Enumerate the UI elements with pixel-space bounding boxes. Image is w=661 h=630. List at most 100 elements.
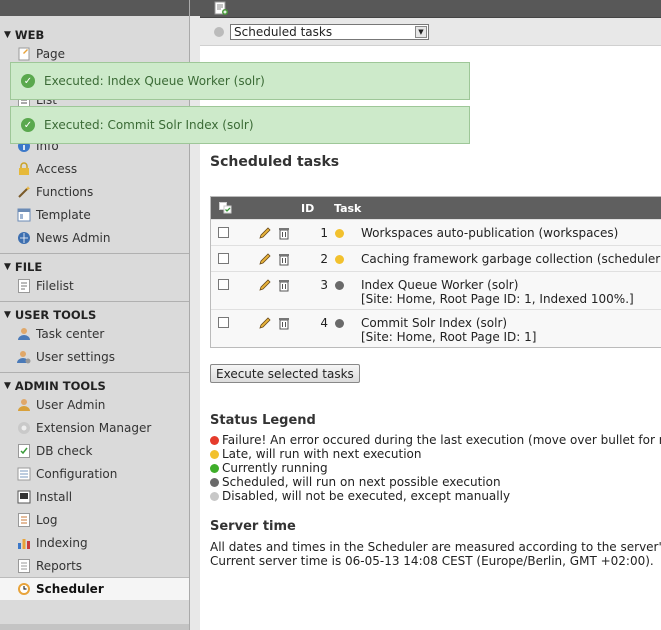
chart-icon [16,535,32,551]
task-id: 2 [320,252,328,266]
chevron-down-icon[interactable]: ▼ [415,25,427,38]
lock-icon [16,161,32,177]
task-id: 4 [320,316,328,330]
reports-icon [16,558,32,574]
sidebar-item-db-check[interactable]: DB check [0,439,189,462]
trash-icon[interactable] [277,278,291,295]
pencil-icon[interactable] [258,252,272,269]
collapse-triangle-icon[interactable]: ▼ [4,310,11,320]
sidebar-item-label: Scheduler [36,582,104,596]
sidebar-item-label: User Admin [36,397,106,412]
task-name: Caching framework garbage collection (sc… [361,252,661,266]
flash-message: ✓ Executed: Commit Solr Index (solr) [10,106,470,144]
install-icon [16,489,32,505]
help-icon[interactable] [214,26,224,37]
module-group-header[interactable]: ▼ WEB [0,28,189,42]
sidebar-item-label: DB check [36,443,93,458]
row-checkbox[interactable] [218,227,229,238]
server-time-title: Server time [210,519,296,534]
sidebar-item-label: Functions [36,184,94,199]
flash-message-text: Executed: Commit Solr Index (solr) [44,118,254,132]
toggle-all-icon[interactable] [219,202,232,217]
function-select[interactable]: Scheduled tasks ▼ [230,23,429,40]
task-detail: [Site: Home, Root Page ID: 1, Indexed 10… [361,292,634,306]
scheduler-icon [16,581,32,597]
trash-icon[interactable] [277,316,291,333]
row-checkbox[interactable] [218,317,229,328]
sidebar-item-filelist[interactable]: Filelist [0,274,189,297]
execute-selected-button[interactable]: Execute selected tasks [210,364,360,383]
page-icon [16,46,32,62]
module-group-title: FILE [14,260,43,274]
log-icon [16,512,32,528]
module-group-header[interactable]: ▼ ADMIN TOOLS [0,379,189,393]
check-icon: ✓ [21,74,35,88]
collapse-triangle-icon[interactable]: ▼ [4,30,11,40]
sidebar-item-access[interactable]: Access [0,157,189,180]
collapse-triangle-icon[interactable]: ▼ [4,262,11,272]
sidebar-item-functions[interactable]: Functions [0,180,189,203]
sidebar-item-log[interactable]: Log [0,508,189,531]
task-detail: [Site: Home, Root Page ID: 1] [361,330,537,344]
sidebar-item-label: Page [36,46,66,61]
sidebar-item-template[interactable]: Template [0,203,189,226]
sidebar-item-configuration[interactable]: Configuration [0,462,189,485]
status-bullet-icon [210,449,219,459]
sidebar-item-extension-manager[interactable]: Extension Manager [0,416,189,439]
sidebar-item-user-settings[interactable]: User settings [0,345,189,368]
sidebar-item-label: User settings [36,349,116,364]
sidebar-item-install[interactable]: Install [0,485,189,508]
sidebar-item-indexing[interactable]: Indexing [0,531,189,554]
status-bullet-icon [335,255,344,264]
sidebar-item-news-admin[interactable]: News Admin [0,226,189,249]
sidebar-header-bar [0,0,189,16]
legend-item-scheduled: Scheduled, will run on next possible exe… [210,475,501,489]
column-header-task[interactable]: Task [334,202,361,215]
sidebar-item-label: Configuration [36,466,118,481]
table-row: 3 Index Queue Worker (solr) [Site: Home, R… [211,271,661,309]
legend-text: Disabled, will not be executed, except m… [222,489,511,503]
module-group-header[interactable]: ▼ USER TOOLS [0,308,189,322]
server-time-line1: All dates and times in the Scheduler are… [210,540,661,554]
status-bullet-icon [210,477,219,487]
table-row: 1 Workspaces auto-publication (workspaces… [211,219,661,245]
user-icon [16,326,32,342]
sidebar-item-scheduler[interactable]: Scheduler [0,577,189,600]
sidebar-item-user-admin[interactable]: User Admin [0,393,189,416]
wand-icon [16,184,32,200]
task-name-cell: Index Queue Worker (solr) [Site: Home, Ro… [361,278,634,306]
sidebar-item-task-center[interactable]: Task center [0,322,189,345]
sidebar-footer [0,624,189,630]
new-task-icon[interactable] [214,1,228,18]
docheader-top [200,0,661,18]
sidebar-item-label: Install [36,489,73,504]
pencil-icon[interactable] [258,278,272,295]
row-checkbox[interactable] [218,253,229,264]
status-bullet-icon [210,491,219,501]
pencil-icon[interactable] [258,316,272,333]
check-icon: ✓ [21,118,35,132]
module-group-header[interactable]: ▼ FILE [0,260,189,274]
column-header-id[interactable]: ID [301,202,314,215]
trash-icon[interactable] [277,226,291,243]
module-group-title: ADMIN TOOLS [14,379,106,393]
trash-icon[interactable] [277,252,291,269]
task-name-cell: Caching framework garbage collection (sc… [361,252,661,266]
row-checkbox[interactable] [218,279,229,290]
legend-text: Failure! An error occured during the las… [222,433,661,447]
module-group-title: USER TOOLS [14,308,97,322]
table-row: 2 Caching framework garbage collection (s… [211,245,661,271]
pencil-icon[interactable] [258,226,272,243]
flash-message: ✓ Executed: Index Queue Worker (solr) [10,62,470,100]
task-name-cell: Commit Solr Index (solr) [Site: Home, Roo… [361,316,536,344]
flash-message-text: Executed: Index Queue Worker (solr) [44,74,265,88]
task-table: ID Task 1 Workspaces auto-publication (wo… [210,196,661,348]
legend-text: Late, will run with next execution [222,447,422,461]
function-select-value: Scheduled tasks [234,24,333,39]
task-id: 1 [320,226,328,240]
sidebar-item-reports[interactable]: Reports [0,554,189,577]
extension-icon [16,420,32,436]
module-group-file: ▼ FILE Filelist [0,253,189,297]
legend-item-disabled: Disabled, will not be executed, except m… [210,489,510,503]
collapse-triangle-icon[interactable]: ▼ [4,381,11,391]
